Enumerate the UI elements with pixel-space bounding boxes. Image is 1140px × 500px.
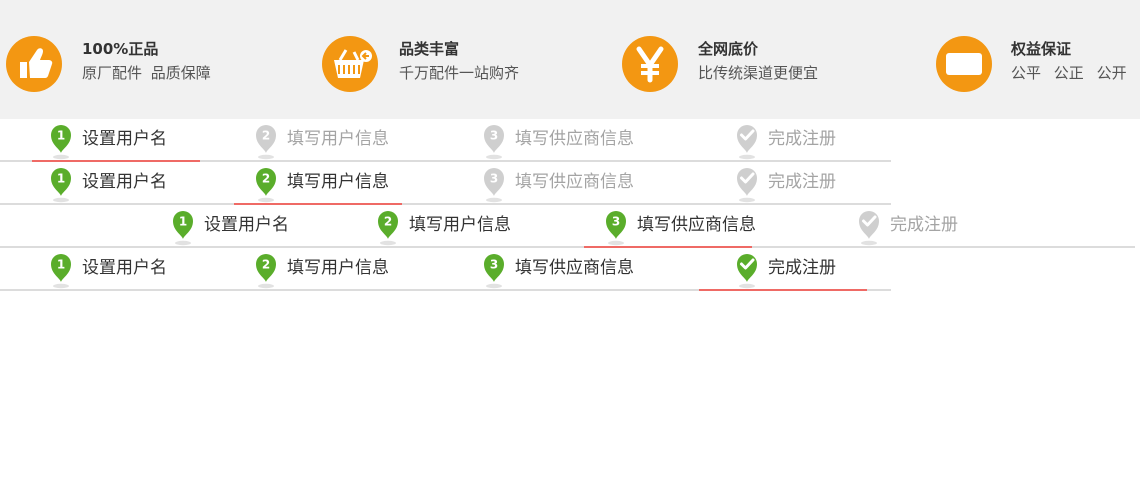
step-label: 填写用户信息 bbox=[409, 215, 511, 235]
step-number-pin-icon: 2 bbox=[373, 206, 403, 246]
feature-subtitle: 千万配件一站购齐 bbox=[399, 63, 519, 83]
step-progress-row: 1 设置用户名 2 填写用户信息 3 填写供应商信息 完成注册 bbox=[0, 248, 891, 291]
step-label: 设置用户名 bbox=[204, 215, 289, 235]
step-label: 填写供应商信息 bbox=[515, 258, 634, 278]
svg-text:2: 2 bbox=[262, 172, 270, 186]
svg-text:2: 2 bbox=[262, 258, 270, 272]
feature-title: 全网底价 bbox=[698, 40, 759, 58]
svg-text:3: 3 bbox=[612, 215, 620, 229]
step-label: 完成注册 bbox=[768, 129, 836, 149]
step-label: 完成注册 bbox=[768, 258, 836, 278]
feature-subtitle: 公平 公正 公开 bbox=[1011, 63, 1127, 83]
svg-text:1: 1 bbox=[57, 129, 65, 143]
feature-banner: 100%正品 原厂配件 品质保障 品类丰富 千万配件一站购齐 全网底价 比传统渠… bbox=[0, 0, 1140, 119]
feature-subtitle-part: 品质保障 bbox=[150, 64, 211, 82]
check-pin-icon bbox=[854, 206, 884, 246]
feature-subtitle-part: 公平 bbox=[1011, 64, 1042, 82]
step-progress-row: 1 设置用户名 2 填写用户信息 3 填写供应商信息 完成注册 bbox=[0, 205, 1135, 248]
step-label: 完成注册 bbox=[890, 215, 958, 235]
svg-text:3: 3 bbox=[490, 258, 498, 272]
step-label: 填写用户信息 bbox=[287, 258, 389, 278]
step-number-pin-icon: 3 bbox=[479, 249, 509, 289]
step-number-pin-icon: 3 bbox=[479, 120, 509, 160]
step-number-pin-icon: 1 bbox=[46, 163, 76, 203]
feature-subtitle-part: 公开 bbox=[1096, 64, 1127, 82]
step-number-pin-icon: 3 bbox=[601, 206, 631, 246]
feature-subtitle-part: 千万配件一站购齐 bbox=[399, 64, 520, 82]
step-label: 填写供应商信息 bbox=[515, 172, 634, 192]
step-label: 设置用户名 bbox=[82, 258, 167, 278]
feature-subtitle: 原厂配件 品质保障 bbox=[82, 63, 211, 83]
step-label: 填写用户信息 bbox=[287, 129, 389, 149]
step-label: 填写供应商信息 bbox=[637, 215, 756, 235]
svg-text:2: 2 bbox=[262, 129, 270, 143]
svg-text:2: 2 bbox=[384, 215, 392, 229]
active-step-underline bbox=[699, 289, 867, 291]
feature-subtitle-part: 公正 bbox=[1053, 64, 1084, 82]
feature-title: 品类丰富 bbox=[399, 40, 460, 58]
step-progress-row: 1 设置用户名 2 填写用户信息 3 填写供应商信息 完成注册 bbox=[0, 119, 891, 162]
feature-subtitle-part: 原厂配件 bbox=[82, 64, 143, 82]
step-number-pin-icon: 2 bbox=[251, 249, 281, 289]
shopping-basket-icon bbox=[322, 36, 378, 92]
feature-subtitle: 比传统渠道更便宜 bbox=[698, 63, 818, 83]
step-label: 完成注册 bbox=[768, 172, 836, 192]
svg-text:1: 1 bbox=[57, 258, 65, 272]
step-number-pin-icon: 1 bbox=[46, 120, 76, 160]
check-pin-icon bbox=[732, 163, 762, 203]
step-label: 填写供应商信息 bbox=[515, 129, 634, 149]
step-number-pin-icon: 2 bbox=[251, 163, 281, 203]
feature-title: 权益保证 bbox=[1011, 40, 1072, 58]
step-number-pin-icon: 2 bbox=[251, 120, 281, 160]
step-progress-row: 1 设置用户名 2 填写用户信息 3 填写供应商信息 完成注册 bbox=[0, 162, 891, 205]
yen-icon bbox=[622, 36, 678, 92]
step-label: 设置用户名 bbox=[82, 172, 167, 192]
check-pin-icon bbox=[732, 249, 762, 289]
step-number-pin-icon: 1 bbox=[46, 249, 76, 289]
step-label: 设置用户名 bbox=[82, 129, 167, 149]
feature-title: 100%正品 bbox=[82, 40, 159, 58]
svg-text:3: 3 bbox=[490, 172, 498, 186]
step-number-pin-icon: 3 bbox=[479, 163, 509, 203]
step-label: 填写用户信息 bbox=[287, 172, 389, 192]
svg-text:1: 1 bbox=[179, 215, 187, 229]
svg-text:1: 1 bbox=[57, 172, 65, 186]
thumbs-up-icon bbox=[6, 36, 62, 92]
check-pin-icon bbox=[732, 120, 762, 160]
feature-subtitle-part: 比传统渠道更便宜 bbox=[698, 64, 819, 82]
card-icon bbox=[936, 36, 992, 92]
step-number-pin-icon: 1 bbox=[168, 206, 198, 246]
svg-text:3: 3 bbox=[490, 129, 498, 143]
